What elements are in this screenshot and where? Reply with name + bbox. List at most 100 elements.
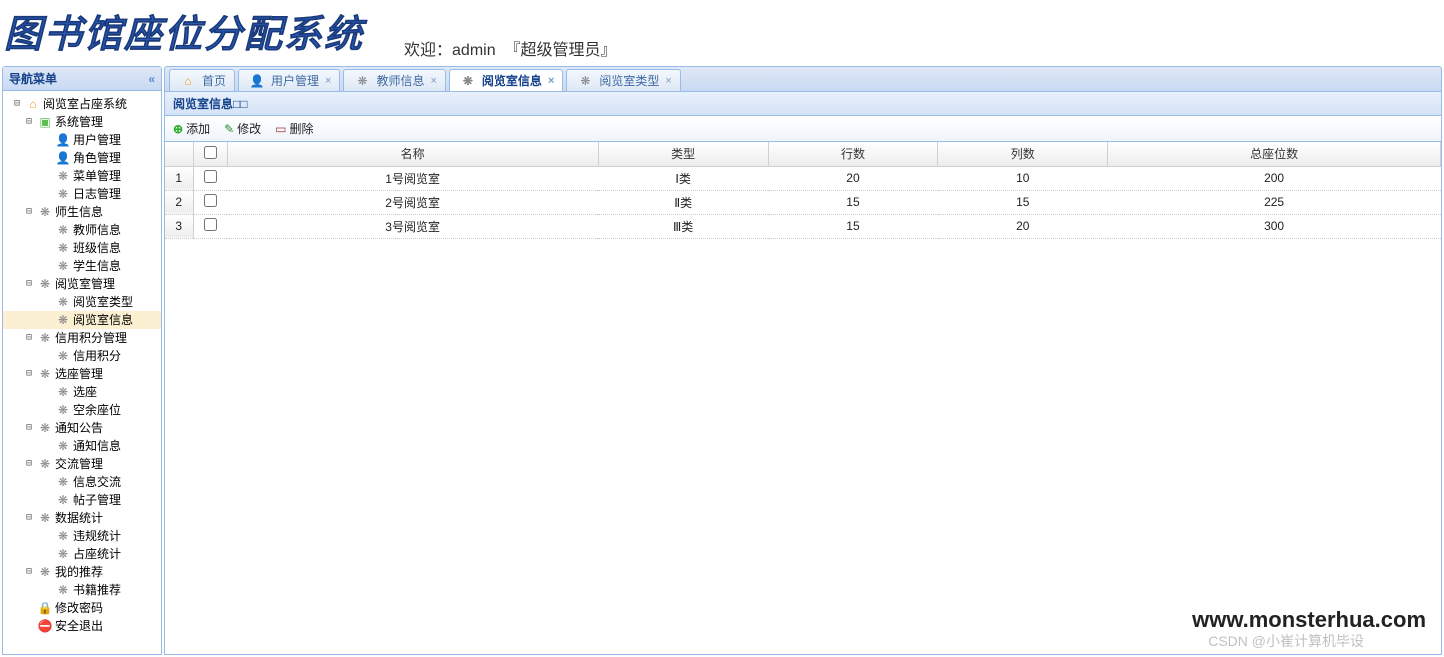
tree-item[interactable]: ·🔒修改密码 <box>3 599 161 617</box>
gear-icon: ❋ <box>55 384 71 400</box>
panel-title: 阅览室信息□□ <box>164 92 1442 116</box>
tree-item[interactable]: ·❋信用积分 <box>3 347 161 365</box>
col-rownum <box>165 142 193 166</box>
tree-item[interactable]: ·❋占座统计 <box>3 545 161 563</box>
tree-group[interactable]: ⊟❋阅览室管理 <box>3 275 161 293</box>
watermark: www.monsterhua.com <box>1192 607 1426 633</box>
tree-item[interactable]: ·❋空余座位 <box>3 401 161 419</box>
close-icon[interactable]: × <box>430 75 436 87</box>
tree-item[interactable]: ·❋日志管理 <box>3 185 161 203</box>
tree-group[interactable]: ⊟❋选座管理 <box>3 365 161 383</box>
tab-首页[interactable]: ⌂首页 <box>169 69 235 91</box>
gear-icon: ❋ <box>55 186 71 202</box>
folder-icon: ▣ <box>37 114 53 130</box>
sidebar-collapse-icon[interactable]: « <box>148 67 155 91</box>
toggle-icon[interactable]: ⊟ <box>23 329 35 347</box>
tree-item[interactable]: ·❋教师信息 <box>3 221 161 239</box>
sidebar-header: 导航菜单 « <box>3 67 161 91</box>
gear-icon: ❋ <box>37 420 53 436</box>
col-header[interactable]: 行数 <box>768 142 938 166</box>
tree-item[interactable]: ·❋帖子管理 <box>3 491 161 509</box>
tree-item[interactable]: ·❋书籍推荐 <box>3 581 161 599</box>
tree-root[interactable]: ⊟⌂阅览室占座系统 <box>3 95 161 113</box>
toggle-icon[interactable]: ⊟ <box>23 509 35 527</box>
col-header[interactable]: 总座位数 <box>1108 142 1441 166</box>
gear-icon: ❋ <box>37 456 53 472</box>
sidebar-title: 导航菜单 <box>9 67 57 91</box>
gear-icon: ❋ <box>460 73 476 89</box>
gear-icon: ❋ <box>55 348 71 364</box>
tree-group[interactable]: ⊟❋交流管理 <box>3 455 161 473</box>
gear-y-icon: ❋ <box>55 168 71 184</box>
close-icon[interactable]: × <box>548 75 554 87</box>
tree-item[interactable]: ·❋信息交流 <box>3 473 161 491</box>
app-header: 图书馆座位分配系统 欢迎：admin 『超级管理员』 <box>0 0 1444 64</box>
tree-item[interactable]: ·❋通知信息 <box>3 437 161 455</box>
tree-item[interactable]: ·❋菜单管理 <box>3 167 161 185</box>
delete-icon: ▭ <box>275 122 286 136</box>
tree-group[interactable]: ⊟❋数据统计 <box>3 509 161 527</box>
tree-item[interactable]: ·👤用户管理 <box>3 131 161 149</box>
toggle-icon[interactable]: ⊟ <box>23 275 35 293</box>
tree-item[interactable]: ·❋学生信息 <box>3 257 161 275</box>
gear-icon: ❋ <box>37 204 53 220</box>
tree-item[interactable]: ·👤角色管理 <box>3 149 161 167</box>
table-row[interactable]: 33号阅览室Ⅲ类1520300 <box>165 214 1441 238</box>
toggle-icon[interactable]: ⊟ <box>23 419 35 437</box>
row-checkbox[interactable] <box>204 194 217 207</box>
gear-icon: ❋ <box>577 73 593 89</box>
tab-用户管理[interactable]: 👤用户管理× <box>238 69 340 91</box>
tree-item[interactable]: ·❋班级信息 <box>3 239 161 257</box>
gear-icon: ❋ <box>37 276 53 292</box>
gear-icon: ❋ <box>55 222 71 238</box>
gear-icon: ❋ <box>37 330 53 346</box>
tree-group[interactable]: ⊟❋信用积分管理 <box>3 329 161 347</box>
tree-group[interactable]: ⊟❋我的推荐 <box>3 563 161 581</box>
col-header[interactable]: 名称 <box>227 142 598 166</box>
gear-icon: ❋ <box>37 564 53 580</box>
row-checkbox[interactable] <box>204 218 217 231</box>
toggle-icon[interactable]: ⊟ <box>23 455 35 473</box>
toggle-icon[interactable]: ⊟ <box>23 365 35 383</box>
tree-group[interactable]: ⊟▣系统管理 <box>3 113 161 131</box>
col-header[interactable]: 类型 <box>598 142 768 166</box>
toggle-icon[interactable]: ⊟ <box>23 563 35 581</box>
tree-item[interactable]: ·❋阅览室信息 <box>3 311 161 329</box>
watermark-csdn: CSDN @小崔计算机毕设 <box>1208 631 1364 651</box>
data-grid: 名称类型行数列数总座位数 11号阅览室Ⅰ类201020022号阅览室Ⅱ类1515… <box>164 142 1442 655</box>
gear-icon: ❋ <box>55 240 71 256</box>
toggle-icon[interactable]: ⊟ <box>11 95 23 113</box>
table-row[interactable]: 22号阅览室Ⅱ类1515225 <box>165 190 1441 214</box>
tab-教师信息[interactable]: ❋教师信息× <box>343 69 445 91</box>
tree-item[interactable]: ·❋违规统计 <box>3 527 161 545</box>
tab-阅览室信息[interactable]: ❋阅览室信息× <box>449 69 563 91</box>
gear-icon: ❋ <box>55 582 71 598</box>
close-icon[interactable]: × <box>325 75 331 87</box>
tree-item[interactable]: ·❋阅览室类型 <box>3 293 161 311</box>
lock-icon: 🔒 <box>37 600 53 616</box>
close-icon[interactable]: × <box>665 75 671 87</box>
tree-item[interactable]: ·⛔安全退出 <box>3 617 161 635</box>
edit-button[interactable]: ✎修改 <box>224 120 261 137</box>
exit-icon: ⛔ <box>37 618 53 634</box>
tree-group[interactable]: ⊟❋师生信息 <box>3 203 161 221</box>
gear-icon: ❋ <box>37 366 53 382</box>
user-icon: 👤 <box>249 73 265 89</box>
col-header[interactable]: 列数 <box>938 142 1108 166</box>
welcome-text: 欢迎：admin 『超级管理员』 <box>404 36 617 60</box>
delete-button[interactable]: ▭删除 <box>275 120 313 137</box>
gear-icon: ❋ <box>55 258 71 274</box>
select-all-checkbox[interactable] <box>204 146 217 159</box>
tree-group[interactable]: ⊟❋通知公告 <box>3 419 161 437</box>
gear-icon: ❋ <box>37 510 53 526</box>
user-icon: 👤 <box>55 150 71 166</box>
tab-阅览室类型[interactable]: ❋阅览室类型× <box>566 69 680 91</box>
row-checkbox[interactable] <box>204 170 217 183</box>
add-button[interactable]: ⊕添加 <box>173 120 210 137</box>
gear-icon: ❋ <box>55 438 71 454</box>
add-icon: ⊕ <box>173 122 183 136</box>
toggle-icon[interactable]: ⊟ <box>23 113 35 131</box>
toggle-icon[interactable]: ⊟ <box>23 203 35 221</box>
tree-item[interactable]: ·❋选座 <box>3 383 161 401</box>
table-row[interactable]: 11号阅览室Ⅰ类2010200 <box>165 166 1441 190</box>
